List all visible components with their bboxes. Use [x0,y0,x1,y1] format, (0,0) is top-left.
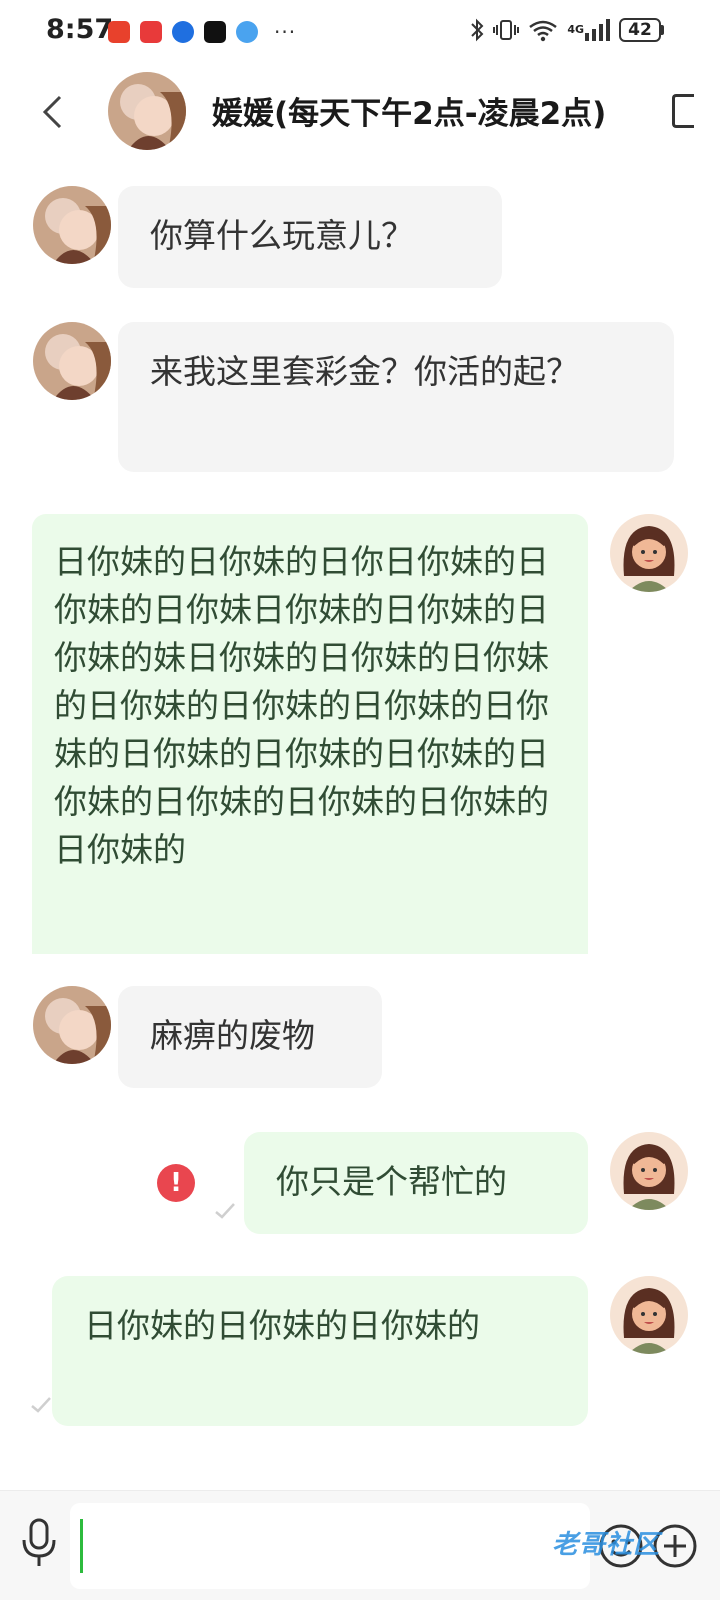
message-bubble[interactable]: 日你妹的日你妹的日你日你妹的日你妹的日你妹日你妹的日你妹的日你妹的妹日你妹的日你… [32,514,588,954]
cellular-signal-icon: 4G [567,18,610,42]
chat-header: 媛媛(每天下午2点-凌晨2点) [0,64,720,160]
message-bubble[interactable]: 麻痹的废物 [118,986,382,1088]
watermark-logo: 老哥社区 [552,1530,661,1560]
browser-notification-icon [172,21,194,43]
bluetooth-icon [470,18,484,42]
text-cursor [80,1519,83,1573]
my-avatar[interactable] [610,1132,688,1210]
app2-notification-icon [236,21,258,43]
network-type-label: 4G [567,23,584,36]
message-bubble[interactable]: 你只是个帮忙的 [244,1132,588,1234]
status-bar: 8:57 ··· 4G 42 [0,0,720,64]
wifi-icon [528,18,558,42]
status-time: 8:57 [46,14,114,45]
contact-avatar[interactable] [33,322,111,400]
my-avatar[interactable] [610,1276,688,1354]
contact-avatar[interactable] [108,72,186,150]
tiktok-notification-icon [204,21,226,43]
more-notifications-icon: ··· [274,20,297,44]
notification-icons: ··· [108,20,296,44]
message-bubble[interactable]: 日你妹的日你妹的日你妹的 [52,1276,588,1426]
contact-avatar[interactable] [33,186,111,264]
shop-notification-icon [140,21,162,43]
message-bubble[interactable]: 你算什么玩意儿？ [118,186,502,288]
more-options-icon[interactable] [672,94,694,128]
message-bubble[interactable]: 来我这里套彩金？你活的起？ [118,322,674,472]
app-notification-icon [108,21,130,43]
back-icon[interactable] [34,88,70,136]
contact-avatar[interactable] [33,986,111,1064]
battery-level: 42 [628,20,652,40]
checkmark-icon [30,1396,52,1414]
chat-screen: 8:57 ··· 4G 42 媛媛(每天下午2点-凌晨2点) 你算什么玩意儿？ … [0,0,720,1600]
message-input[interactable] [70,1503,590,1589]
checkmark-icon [214,1202,236,1220]
battery-icon: 42 [619,18,664,42]
microphone-icon[interactable] [14,1513,64,1573]
contact-name: 媛媛(每天下午2点-凌晨2点) [212,96,607,132]
system-icons: 4G 42 [470,18,664,42]
send-failed-icon[interactable]: ! [157,1164,195,1202]
my-avatar[interactable] [610,514,688,592]
vibrate-icon [493,18,520,42]
